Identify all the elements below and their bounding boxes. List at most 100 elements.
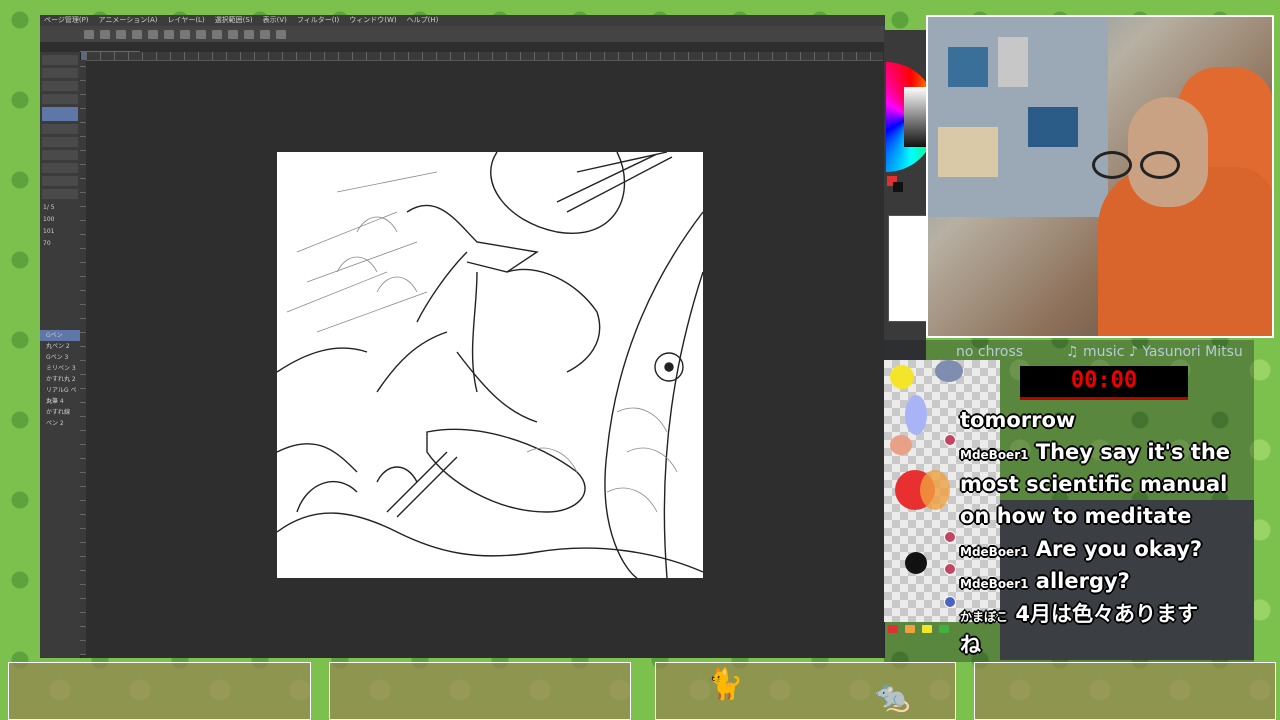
redo-icon[interactable] <box>148 29 158 39</box>
chat-text: most scientific manual <box>960 472 1228 496</box>
brush-icon[interactable] <box>260 29 270 39</box>
pen-icon[interactable] <box>244 29 254 39</box>
brush-item[interactable]: ミリペン 3 <box>40 363 80 374</box>
save-icon[interactable] <box>116 29 126 39</box>
brush-item[interactable]: ペン 2 <box>40 418 80 429</box>
command-bar <box>40 26 885 42</box>
transform-icon[interactable] <box>196 29 206 39</box>
tool-slot[interactable] <box>42 137 78 147</box>
tool-slot[interactable] <box>42 176 78 186</box>
timer-value: 00:00 <box>1070 368 1138 393</box>
chat-username: かまぼこ <box>960 610 1009 624</box>
palette-swatch <box>922 625 932 633</box>
brush-item[interactable]: リアルG ペン <box>40 385 80 405</box>
ruler-icon[interactable] <box>276 29 286 39</box>
user-badge-icon <box>944 563 956 575</box>
user-badge-icon <box>944 531 956 543</box>
chat-text: allergy? <box>1035 569 1130 593</box>
tool-slot[interactable] <box>42 81 78 91</box>
fill-icon[interactable] <box>212 29 222 39</box>
chat-text: on how to meditate <box>960 504 1192 528</box>
palette-swatch <box>890 435 912 455</box>
overlay-bottom-panel <box>974 662 1276 720</box>
tool-palette: 1/ 5 100 101 70 Gペン 丸ペン 2 Gペン 3 ミリペン 3 か… <box>40 52 81 658</box>
palette-swatch <box>939 625 949 633</box>
pen-tool[interactable] <box>42 107 78 121</box>
menu-page[interactable]: ページ管理(P) <box>44 15 89 26</box>
clip-studio-window: ページ管理(P) アニメーション(A) レイヤー(L) 選択範囲(S) 表示(V… <box>40 15 885 658</box>
menu-window[interactable]: ウィンドウ(W) <box>349 15 396 26</box>
sub-color-chip[interactable] <box>893 182 903 192</box>
chat-message: MdeBoer1 allergy? <box>960 566 1130 599</box>
overlay-label: no chross <box>956 344 1024 360</box>
chat-message: tomorrow <box>960 405 1075 435</box>
menu-help[interactable]: ヘルプ(H) <box>407 15 439 26</box>
menu-layer[interactable]: レイヤー(L) <box>168 15 205 26</box>
overlay-bottom-panel <box>8 662 311 720</box>
timer-display: 00:00 <box>1020 366 1188 400</box>
tool-slot[interactable] <box>42 189 78 199</box>
menu-filter[interactable]: フィルター(I) <box>297 15 339 26</box>
mouse-sprite-icon: 🐀 <box>873 679 911 714</box>
sketch-artwork <box>277 152 703 578</box>
chat-text: ね <box>960 633 981 657</box>
tool-slot[interactable] <box>42 68 78 78</box>
navigator-thumbnail[interactable] <box>888 215 930 322</box>
brush-item[interactable]: 丸ペン 2 <box>40 341 80 352</box>
menu-bar: ページ管理(P) アニメーション(A) レイヤー(L) 選択範囲(S) 表示(V… <box>40 15 885 26</box>
chat-text: They say it's the <box>1035 440 1231 464</box>
poster-wall <box>928 17 1108 217</box>
open-file-icon[interactable] <box>100 29 110 39</box>
tool-slot[interactable] <box>42 55 78 65</box>
new-file-icon[interactable] <box>84 29 94 39</box>
chat-username: MdeBoer1 <box>960 448 1029 462</box>
brush-item[interactable]: Gペン <box>40 330 80 341</box>
opacity-value[interactable]: 100 <box>40 214 80 226</box>
palette-swatch <box>888 625 898 633</box>
document-tabs: 260418 × <box>80 42 140 61</box>
brush-item[interactable]: かすれ丸 2 <box>40 374 80 385</box>
palette-swatch <box>905 552 927 574</box>
menu-animation[interactable]: アニメーション(A) <box>99 15 158 26</box>
chat-message: MdeBoer1 Are you okay? <box>960 534 1202 567</box>
tool-slot[interactable] <box>42 150 78 160</box>
palette-swatch <box>920 470 950 510</box>
menu-selection[interactable]: 選択範囲(S) <box>215 15 253 26</box>
brush-size[interactable]: 1/ 5 <box>40 202 80 214</box>
density[interactable]: 70 <box>40 238 80 250</box>
stabilization[interactable]: 101 <box>40 226 80 238</box>
chat-username: MdeBoer1 <box>960 545 1029 559</box>
horizontal-ruler <box>86 52 883 61</box>
brush-item[interactable]: 丸筆 4 <box>40 396 80 407</box>
webcam-feed <box>926 15 1274 338</box>
menu-view[interactable]: 表示(V) <box>263 15 287 26</box>
undo-icon[interactable] <box>132 29 142 39</box>
palette-swatch <box>935 360 963 382</box>
overlay-bottom-panel <box>329 662 631 720</box>
brush-item[interactable]: Gペン 3 <box>40 352 80 363</box>
chat-username: MdeBoer1 <box>960 577 1029 591</box>
chat-text: tomorrow <box>960 408 1076 432</box>
palette-swatch <box>890 365 914 389</box>
chat-message: かまぼこ 4月は色々あります <box>960 599 1198 632</box>
chat-message: MdeBoer1 They say it's the <box>960 437 1230 470</box>
music-credit: ♫ music ♪ Yasunori Mitsu <box>1066 344 1243 360</box>
chat-message: on how to meditate <box>960 501 1191 531</box>
drawing-canvas[interactable] <box>277 152 703 578</box>
chat-message: most scientific manual <box>960 469 1227 499</box>
palette-swatch <box>905 395 927 435</box>
user-badge-icon <box>944 596 956 608</box>
select-icon[interactable] <box>228 29 238 39</box>
clear-icon[interactable] <box>180 29 190 39</box>
tool-slot[interactable] <box>42 124 78 134</box>
tool-slot[interactable] <box>42 94 78 104</box>
tool-slot[interactable] <box>42 163 78 173</box>
overlay-bottom-panel <box>655 662 956 720</box>
brush-item[interactable]: かすれ線 <box>40 407 80 418</box>
chat-message: ね <box>960 630 981 660</box>
palette-swatch <box>905 625 915 633</box>
glasses <box>1092 151 1198 181</box>
vertical-ruler <box>80 60 86 655</box>
chat-text: Are you okay? <box>1035 537 1203 561</box>
settings-icon[interactable] <box>164 29 174 39</box>
